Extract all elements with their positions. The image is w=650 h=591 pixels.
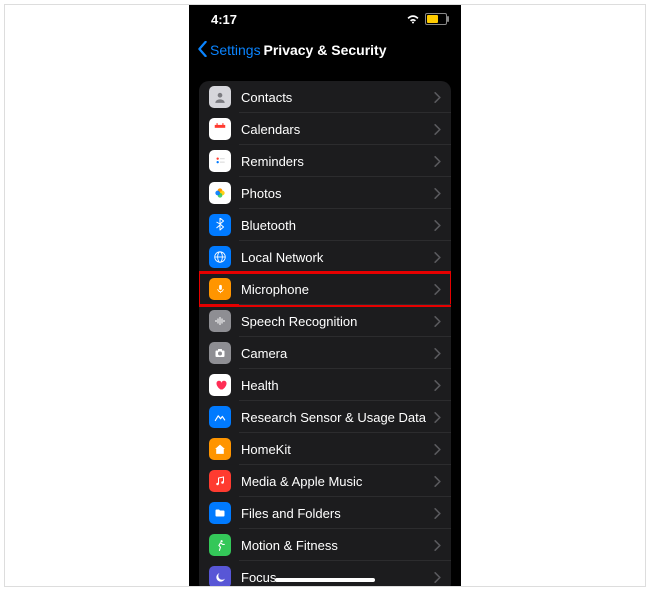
row-label: Motion & Fitness: [241, 538, 434, 553]
status-right: [406, 12, 447, 27]
status-bar: 4:17: [189, 5, 461, 33]
outer-frame: 4:17 Settings Privacy & Security Contact…: [4, 4, 646, 587]
chevron-right-icon: [434, 572, 441, 583]
chevron-right-icon: [434, 124, 441, 135]
chevron-right-icon: [434, 316, 441, 327]
local-network-icon: [209, 246, 231, 268]
focus-icon: [209, 566, 231, 586]
chevron-right-icon: [434, 188, 441, 199]
row-label: Health: [241, 378, 434, 393]
settings-list: Contacts Calendars Reminders Photos Bluetoot…: [199, 81, 451, 586]
homekit-icon: [209, 438, 231, 460]
reminders-icon: [209, 150, 231, 172]
content: Contacts Calendars Reminders Photos Bluetoot…: [189, 67, 461, 586]
bluetooth-icon: [209, 214, 231, 236]
chevron-right-icon: [434, 220, 441, 231]
nav-bar: Settings Privacy & Security: [189, 33, 461, 67]
row-label: Research Sensor & Usage Data: [241, 410, 434, 425]
page-title: Privacy & Security: [264, 42, 387, 58]
battery-icon: [425, 13, 447, 25]
chevron-right-icon: [434, 444, 441, 455]
home-indicator[interactable]: [275, 578, 375, 582]
row-photos[interactable]: Photos: [199, 177, 451, 209]
row-speech[interactable]: Speech Recognition: [199, 305, 451, 337]
wifi-icon: [406, 12, 420, 27]
row-localnetwork[interactable]: Local Network: [199, 241, 451, 273]
calendar-icon: [209, 118, 231, 140]
speech-icon: [209, 310, 231, 332]
row-media[interactable]: Media & Apple Music: [199, 465, 451, 497]
chevron-left-icon: [197, 41, 208, 60]
row-label: Microphone: [241, 282, 434, 297]
chevron-right-icon: [434, 252, 441, 263]
back-button[interactable]: Settings: [197, 41, 261, 60]
row-label: Focus: [241, 570, 434, 585]
row-health[interactable]: Health: [199, 369, 451, 401]
photos-icon: [209, 182, 231, 204]
row-motion[interactable]: Motion & Fitness: [199, 529, 451, 561]
chevron-right-icon: [434, 476, 441, 487]
camera-icon: [209, 342, 231, 364]
row-label: Bluetooth: [241, 218, 434, 233]
row-focus[interactable]: Focus: [199, 561, 451, 586]
microphone-icon: [209, 278, 231, 300]
files-icon: [209, 502, 231, 524]
research-icon: [209, 406, 231, 428]
media-icon: [209, 470, 231, 492]
health-icon: [209, 374, 231, 396]
back-label: Settings: [210, 42, 261, 58]
row-label: Local Network: [241, 250, 434, 265]
status-time: 4:17: [211, 12, 237, 27]
row-homekit[interactable]: HomeKit: [199, 433, 451, 465]
row-label: Contacts: [241, 90, 434, 105]
row-camera[interactable]: Camera: [199, 337, 451, 369]
row-label: Photos: [241, 186, 434, 201]
row-research[interactable]: Research Sensor & Usage Data: [199, 401, 451, 433]
chevron-right-icon: [434, 540, 441, 551]
chevron-right-icon: [434, 412, 441, 423]
row-reminders[interactable]: Reminders: [199, 145, 451, 177]
chevron-right-icon: [434, 508, 441, 519]
row-files[interactable]: Files and Folders: [199, 497, 451, 529]
row-label: Reminders: [241, 154, 434, 169]
row-contacts[interactable]: Contacts: [199, 81, 451, 113]
chevron-right-icon: [434, 92, 441, 103]
row-label: Files and Folders: [241, 506, 434, 521]
row-bluetooth[interactable]: Bluetooth: [199, 209, 451, 241]
contacts-icon: [209, 86, 231, 108]
row-label: Speech Recognition: [241, 314, 434, 329]
chevron-right-icon: [434, 348, 441, 359]
row-label: HomeKit: [241, 442, 434, 457]
chevron-right-icon: [434, 156, 441, 167]
chevron-right-icon: [434, 380, 441, 391]
row-calendars[interactable]: Calendars: [199, 113, 451, 145]
row-label: Camera: [241, 346, 434, 361]
chevron-right-icon: [434, 284, 441, 295]
row-label: Media & Apple Music: [241, 474, 434, 489]
row-microphone[interactable]: Microphone: [199, 273, 451, 305]
phone-screen: 4:17 Settings Privacy & Security Contact…: [189, 5, 461, 586]
motion-icon: [209, 534, 231, 556]
row-label: Calendars: [241, 122, 434, 137]
